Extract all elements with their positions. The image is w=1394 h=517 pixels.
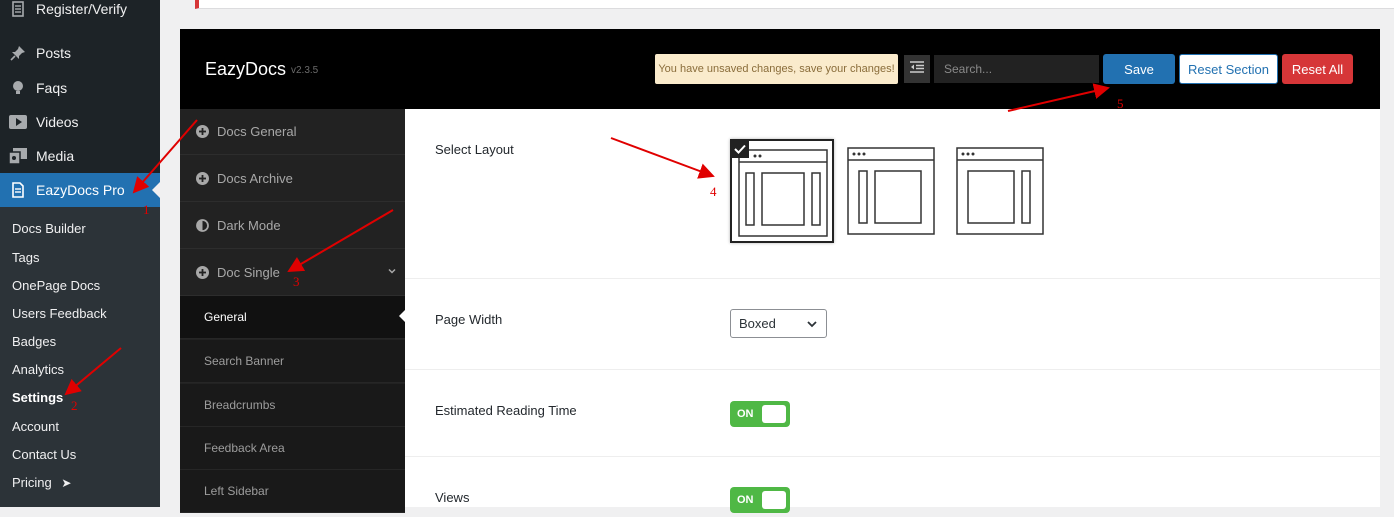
submenu-item-docs-builder[interactable]: Docs Builder — [12, 221, 86, 236]
submenu-item-badges[interactable]: Badges — [12, 334, 56, 349]
options-panel-nav: Docs General Docs Archive Dark Mode Doc … — [180, 109, 405, 513]
submenu-item-settings[interactable]: Settings — [12, 390, 63, 405]
toggle-state: ON — [737, 408, 754, 420]
chevron-down-icon — [387, 264, 397, 279]
indent-icon — [910, 60, 924, 78]
submenu-item-pricing[interactable]: Pricing ➤ — [12, 475, 71, 490]
unsaved-changes-notice: You have unsaved changes, save your chan… — [655, 54, 898, 84]
nav-section-dark-mode[interactable]: Dark Mode — [180, 203, 405, 249]
eazydocs-submenu: Docs Builder Tags OnePage Docs Users Fee… — [0, 207, 160, 507]
half-circle-icon — [195, 219, 209, 233]
field-label: Select Layout — [435, 142, 514, 157]
select-value: Boxed — [739, 316, 776, 331]
panel-title: EazyDocs — [205, 59, 287, 79]
lightbulb-icon — [9, 79, 27, 97]
reading-time-toggle[interactable]: ON — [730, 401, 790, 427]
submenu-item-users-feedback[interactable]: Users Feedback — [12, 306, 107, 321]
annotation-number-5: 5 — [1117, 96, 1124, 111]
annotation-number-3: 3 — [293, 274, 300, 289]
menu-item-videos[interactable]: Videos — [0, 105, 160, 139]
submenu-item-tags[interactable]: Tags — [12, 250, 39, 265]
active-indicator — [152, 182, 160, 198]
chevron-down-icon — [806, 318, 818, 333]
submenu-item-analytics[interactable]: Analytics — [12, 362, 64, 377]
nav-section-docs-archive[interactable]: Docs Archive — [180, 156, 405, 202]
menu-label: Posts — [36, 45, 72, 61]
menu-label: Faqs — [36, 80, 68, 96]
menu-label: EazyDocs Pro — [36, 182, 125, 198]
menu-item-faqs[interactable]: Faqs — [0, 71, 160, 105]
field-label: Estimated Reading Time — [435, 403, 577, 418]
submenu-item-account[interactable]: Account — [12, 419, 59, 434]
document-icon — [9, 0, 27, 18]
field-page-width: Page Width — [405, 279, 1380, 370]
nav-section-label: Docs Archive — [217, 171, 293, 186]
reset-section-button[interactable]: Reset Section — [1179, 54, 1278, 84]
menu-item-eazydocs-pro[interactable]: EazyDocs Pro — [0, 173, 160, 207]
toggle-knob — [762, 491, 786, 509]
panel-version: v2.3.5 — [291, 65, 319, 76]
nav-subitem-breadcrumbs[interactable]: Breadcrumbs — [180, 384, 405, 427]
plus-circle-icon — [195, 266, 209, 280]
search-input[interactable] — [934, 55, 1099, 83]
play-icon — [9, 113, 27, 131]
submenu-item-onepage-docs[interactable]: OnePage Docs — [12, 278, 100, 293]
field-label: Page Width — [435, 312, 503, 327]
media-icon — [9, 147, 27, 165]
layout-option-right-sidebar[interactable] — [956, 147, 1044, 235]
layout-option-both-sidebars[interactable] — [730, 139, 834, 243]
options-content: Select Layout Page Width Boxed Estimated… — [405, 109, 1380, 513]
wp-admin-sidebar: Register/Verify Posts Faqs Videos Media … — [0, 0, 160, 507]
toggle-state: ON — [737, 494, 754, 506]
nav-subitem-feedback-area[interactable]: Feedback Area — [180, 427, 405, 470]
submenu-label: Pricing — [12, 475, 52, 490]
layout-both-sidebars-icon — [738, 149, 828, 237]
menu-label: Videos — [36, 114, 79, 130]
plus-circle-icon — [195, 172, 209, 186]
page-icon — [9, 181, 27, 199]
nav-subitem-label: General — [204, 310, 247, 324]
annotation-number-1: 1 — [143, 202, 150, 217]
field-label: Views — [435, 490, 470, 505]
layout-left-sidebar-icon — [847, 147, 935, 235]
nav-subitem-general[interactable]: General — [180, 296, 405, 339]
nav-section-label: Doc Single — [217, 265, 280, 280]
nav-subitem-search-banner[interactable]: Search Banner — [180, 340, 405, 383]
page-width-select[interactable]: Boxed — [730, 309, 827, 338]
annotation-number-4: 4 — [710, 184, 717, 199]
pin-icon — [9, 44, 27, 62]
field-select-layout: Select Layout — [405, 109, 1380, 279]
annotation-number-2: 2 — [71, 398, 78, 413]
plus-circle-icon — [195, 125, 209, 139]
arrow-icon: ➤ — [61, 476, 72, 490]
menu-label: Media — [36, 148, 75, 164]
submenu-item-contact-us[interactable]: Contact Us — [12, 447, 76, 462]
menu-item-media[interactable]: Media — [0, 139, 160, 173]
nav-section-label: Dark Mode — [217, 218, 281, 233]
layout-option-left-sidebar[interactable] — [847, 147, 935, 235]
nav-section-docs-general[interactable]: Docs General — [180, 109, 405, 155]
menu-label: Register/Verify — [36, 1, 128, 17]
admin-notice-strip — [195, 0, 1394, 9]
menu-item-posts[interactable]: Posts — [0, 36, 160, 70]
toggle-knob — [762, 405, 786, 423]
nav-section-label: Docs General — [217, 124, 297, 139]
reset-all-button[interactable]: Reset All — [1282, 54, 1353, 84]
check-icon — [731, 140, 749, 158]
layout-right-sidebar-icon — [956, 147, 1044, 235]
field-estimated-reading-time: Estimated Reading Time ON — [405, 370, 1380, 457]
views-toggle[interactable]: ON — [730, 487, 790, 513]
save-button[interactable]: Save — [1103, 54, 1175, 84]
options-panel-header: EazyDocs v2.3.5 You have unsaved changes… — [180, 29, 1380, 109]
expand-all-button[interactable] — [904, 55, 930, 83]
field-views: Views ON — [405, 457, 1380, 517]
menu-item-register-verify[interactable]: Register/Verify — [0, 0, 160, 26]
